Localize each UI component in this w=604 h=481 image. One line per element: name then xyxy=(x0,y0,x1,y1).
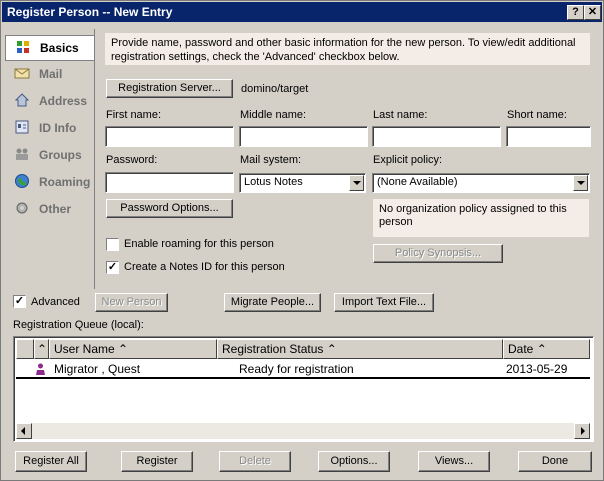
last-name-label: Last name: xyxy=(373,109,428,121)
table-row[interactable]: Migrator , Quest Ready for registration … xyxy=(16,361,590,379)
window-title: Register Person -- New Entry xyxy=(7,5,173,19)
scroll-right-button[interactable] xyxy=(574,423,590,439)
registration-server-button[interactable]: Registration Server... xyxy=(106,79,233,98)
explicit-policy-value: (None Available) xyxy=(377,176,458,188)
chevron-down-icon[interactable] xyxy=(349,175,364,191)
info-text: Provide name, password and other basic i… xyxy=(105,33,590,65)
other-icon xyxy=(16,202,28,214)
mail-system-value: Lotus Notes xyxy=(244,176,303,188)
register-button[interactable]: Register xyxy=(121,451,193,472)
password-options-button[interactable]: Password Options... xyxy=(106,199,233,218)
enable-roaming-label: Enable roaming for this person xyxy=(124,238,274,250)
enable-roaming-checkbox[interactable] xyxy=(106,238,119,251)
first-name-label: First name: xyxy=(106,109,162,121)
address-icon xyxy=(14,93,30,107)
column-header-user-name[interactable]: User Name ⌃ xyxy=(49,339,217,359)
sidebar-item-other[interactable]: Other xyxy=(5,197,94,221)
column-title-registration-status: Registration Status xyxy=(222,342,324,356)
person-icon xyxy=(36,363,45,375)
short-name-label: Short name: xyxy=(507,109,567,121)
column-title-user-name: User Name xyxy=(54,342,115,356)
sidebar-item-label: Mail xyxy=(39,67,63,81)
column-header-icon[interactable] xyxy=(16,339,34,359)
roaming-icon xyxy=(15,174,29,188)
registration-server-value: domino/target xyxy=(241,83,309,95)
register-all-button[interactable]: Register All xyxy=(15,451,87,472)
sidebar-item-address[interactable]: Address xyxy=(5,89,94,113)
column-header-date[interactable]: Date ⌃ xyxy=(503,339,590,359)
cell-date: 2013-05-29 xyxy=(506,362,568,376)
sidebar-item-mail[interactable]: Mail xyxy=(5,62,94,86)
migrate-people-button[interactable]: Migrate People... xyxy=(224,293,321,312)
views-button[interactable]: Views... xyxy=(418,451,490,472)
delete-button[interactable]: Delete xyxy=(219,451,291,472)
create-notes-id-checkbox[interactable]: ✓ xyxy=(106,261,119,274)
new-person-button[interactable]: New Person xyxy=(95,293,168,312)
last-name-field[interactable] xyxy=(372,126,501,147)
policy-synopsis-button[interactable]: Policy Synopsis... xyxy=(373,244,503,263)
policy-info: No organization policy assigned to this … xyxy=(373,199,589,237)
help-button[interactable]: ? xyxy=(567,5,584,20)
sidebar-item-label: Roaming xyxy=(39,175,91,189)
column-title-date: Date xyxy=(508,342,534,356)
column-header-registration-status[interactable]: Registration Status ⌃ xyxy=(217,339,503,359)
mail-system-select[interactable]: Lotus Notes xyxy=(239,173,366,193)
sidebar-item-roaming[interactable]: Roaming xyxy=(5,170,94,194)
mail-system-label: Mail system: xyxy=(240,154,302,166)
create-notes-id-label: Create a Notes ID for this person xyxy=(124,261,285,273)
column-header-sort[interactable]: ⌃ xyxy=(34,339,49,359)
sidebar-item-label: ID Info xyxy=(39,121,77,135)
sidebar-item-label: Basics xyxy=(40,41,79,55)
password-label: Password: xyxy=(106,154,158,166)
basics-panel xyxy=(94,29,599,289)
short-name-field[interactable] xyxy=(506,126,591,147)
scroll-left-button[interactable] xyxy=(16,423,32,439)
close-button[interactable]: ✕ xyxy=(584,5,601,20)
advanced-label: Advanced xyxy=(31,296,80,308)
arrow-left-icon xyxy=(21,427,25,435)
registration-queue-list[interactable]: ⌃ User Name ⌃ Registration Status ⌃ Date… xyxy=(13,336,594,442)
title-bar: Register Person -- New Entry ? ✕ xyxy=(2,2,602,22)
sidebar-item-basics[interactable]: Basics xyxy=(5,35,95,61)
advanced-checkbox[interactable]: ✓ xyxy=(13,295,26,308)
id-info-icon xyxy=(15,120,29,134)
middle-name-label: Middle name: xyxy=(240,109,307,121)
middle-name-field[interactable] xyxy=(239,126,368,147)
basics-icon xyxy=(17,41,29,53)
password-field[interactable] xyxy=(105,172,234,193)
sidebar-item-groups[interactable]: Groups xyxy=(5,143,94,167)
sidebar-item-label: Address xyxy=(39,94,88,108)
horizontal-scrollbar[interactable] xyxy=(16,423,590,439)
cell-registration-status: Ready for registration xyxy=(239,362,354,376)
arrow-right-icon xyxy=(581,427,585,435)
sidebar-item-label: Groups xyxy=(39,148,82,162)
explicit-policy-select[interactable]: (None Available) xyxy=(372,173,590,193)
cell-user-name: Migrator , Quest xyxy=(54,362,141,376)
registration-queue-label: Registration Queue (local): xyxy=(13,319,144,331)
chevron-down-icon[interactable] xyxy=(573,175,588,191)
first-name-field[interactable] xyxy=(105,126,234,147)
mail-icon xyxy=(14,68,30,79)
import-text-file-button[interactable]: Import Text File... xyxy=(334,293,434,312)
register-person-window: Register Person -- New Entry ? ✕ Basics … xyxy=(0,0,604,481)
explicit-policy-label: Explicit policy: xyxy=(373,154,443,166)
sidebar: Basics Mail Address ID Info Groups Roami… xyxy=(5,29,95,289)
sidebar-item-id-info[interactable]: ID Info xyxy=(5,116,94,140)
sidebar-item-label: Other xyxy=(39,202,72,216)
options-button[interactable]: Options... xyxy=(318,451,390,472)
done-button[interactable]: Done xyxy=(518,451,592,472)
groups-icon xyxy=(16,148,28,160)
